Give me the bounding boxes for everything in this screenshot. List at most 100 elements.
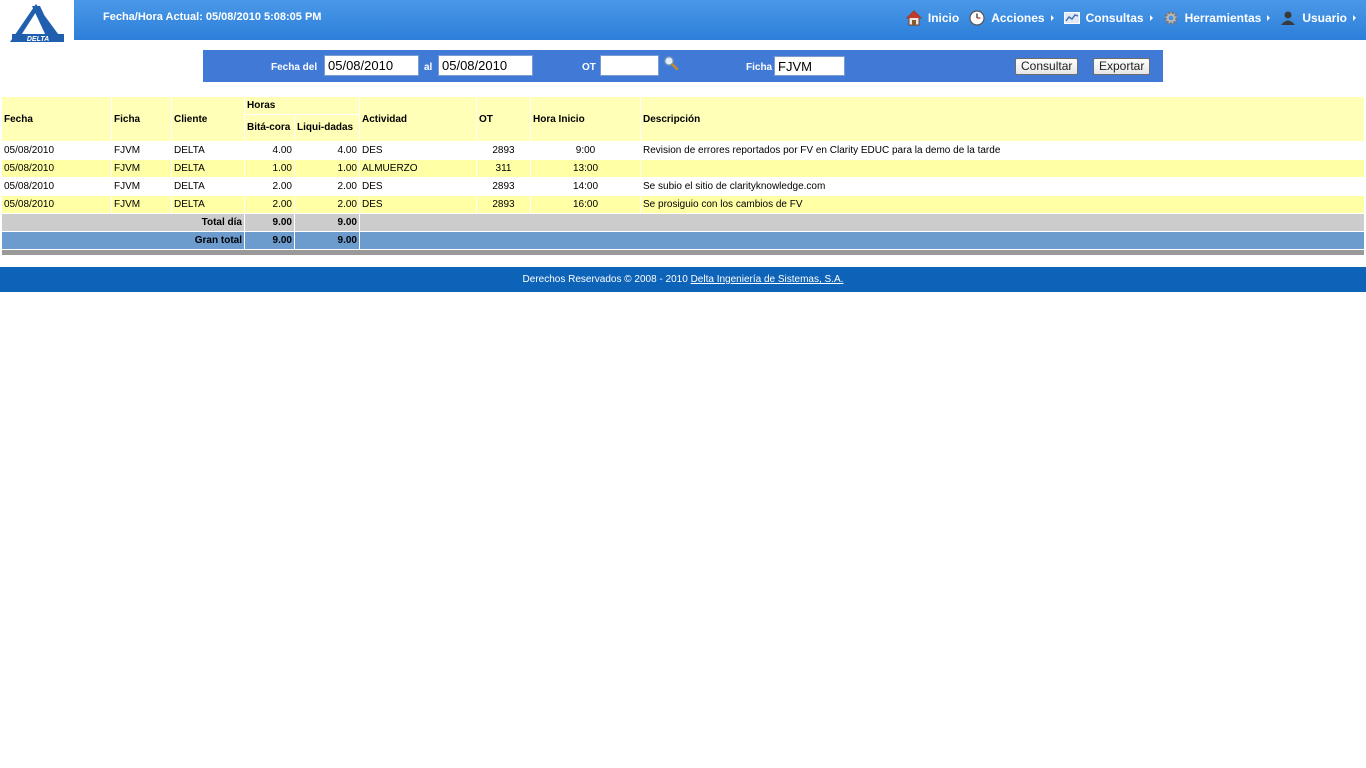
fecha-al-input[interactable] xyxy=(438,55,533,76)
menu-acciones-label: Acciones xyxy=(991,11,1045,25)
col-header-horas: Horas xyxy=(244,96,360,115)
ficha-input[interactable] xyxy=(774,56,845,76)
gran-total-bitacora: 9.00 xyxy=(244,231,295,250)
ot-label: OT xyxy=(582,62,596,73)
cell-ot: 2893 xyxy=(476,141,531,160)
menu-consultas-label: Consultas xyxy=(1085,11,1144,25)
cell-cliente: DELTA xyxy=(171,159,245,178)
cell-liquidadas: 1.00 xyxy=(294,159,360,178)
gran-total-label: Gran total xyxy=(1,231,245,250)
total-dia-bitacora: 9.00 xyxy=(244,213,295,232)
cell-fecha: 05/08/2010 xyxy=(1,195,112,214)
cell-hora-inicio: 14:00 xyxy=(530,177,641,196)
cell-cliente: DELTA xyxy=(171,195,245,214)
menu-acciones[interactable]: Acciones xyxy=(969,10,1054,26)
total-dia-row: Total día 9.00 9.00 xyxy=(1,213,1365,232)
page-footer: Derechos Reservados © 2008 - 2010 Delta … xyxy=(0,267,1366,292)
table-row[interactable]: 05/08/2010 FJVM DELTA 2.00 2.00 DES 2893… xyxy=(1,195,1365,214)
table-bottom-separator xyxy=(1,249,1365,256)
col-header-cliente[interactable]: Cliente xyxy=(171,96,245,142)
gran-total-filler xyxy=(359,231,1365,250)
col-header-actividad[interactable]: Actividad xyxy=(359,96,477,142)
col-header-bitacora[interactable]: Bitá-cora xyxy=(244,114,295,142)
company-link[interactable]: Delta Ingeniería de Sistemas, S.A. xyxy=(691,274,844,285)
gear-icon xyxy=(1163,11,1178,25)
cell-actividad: ALMUERZO xyxy=(359,159,477,178)
menu-usuario[interactable]: Usuario xyxy=(1280,10,1356,26)
cell-ficha: FJVM xyxy=(111,141,172,160)
menu-inicio-label: Inicio xyxy=(927,11,960,25)
cell-ficha: FJVM xyxy=(111,195,172,214)
gran-total-row: Gran total 9.00 9.00 xyxy=(1,231,1365,250)
submenu-arrow-icon xyxy=(1149,15,1153,21)
cell-ot: 2893 xyxy=(476,195,531,214)
cell-cliente: DELTA xyxy=(171,177,245,196)
table-row[interactable]: 05/08/2010 FJVM DELTA 1.00 1.00 ALMUERZO… xyxy=(1,159,1365,178)
cell-descripcion: Revision de errores reportados por FV en… xyxy=(640,141,1365,160)
cell-ficha: FJVM xyxy=(111,159,172,178)
filter-bar: Fecha del al OT Ficha Consultar Exportar xyxy=(203,50,1163,82)
col-header-ot[interactable]: OT xyxy=(476,96,531,142)
cell-bitacora: 2.00 xyxy=(244,177,295,196)
cell-liquidadas: 2.00 xyxy=(294,177,360,196)
exportar-button[interactable]: Exportar xyxy=(1093,58,1151,75)
copyright-text: Derechos Reservados © 2008 - 2010 xyxy=(522,274,688,285)
table-row[interactable]: 05/08/2010 FJVM DELTA 2.00 2.00 DES 2893… xyxy=(1,177,1365,196)
menu-consultas[interactable]: Consultas xyxy=(1063,10,1153,26)
top-header: DELTA Fecha/Hora Actual: 05/08/2010 5:08… xyxy=(0,0,1366,46)
col-header-descripcion[interactable]: Descripción xyxy=(640,96,1365,142)
submenu-arrow-icon xyxy=(1267,15,1271,21)
cell-bitacora: 2.00 xyxy=(244,195,295,214)
consultar-button[interactable]: Consultar xyxy=(1015,58,1079,75)
chart-icon xyxy=(1063,12,1080,24)
submenu-arrow-icon xyxy=(1050,15,1054,21)
menu-herramientas[interactable]: Herramientas xyxy=(1163,10,1271,26)
fecha-del-label: Fecha del xyxy=(271,62,318,73)
cell-actividad: DES xyxy=(359,177,477,196)
bitacora-table: Fecha Ficha Cliente Horas Actividad OT H… xyxy=(1,96,1365,256)
cell-hora-inicio: 13:00 xyxy=(530,159,641,178)
total-dia-liquidadas: 9.00 xyxy=(294,213,360,232)
cell-descripcion xyxy=(640,159,1365,178)
search-icon[interactable] xyxy=(663,55,679,71)
gran-total-liquidadas: 9.00 xyxy=(294,231,360,250)
cell-fecha: 05/08/2010 xyxy=(1,159,112,178)
col-header-liquidadas[interactable]: Liqui-dadas xyxy=(294,114,360,142)
menu-inicio[interactable]: Inicio xyxy=(905,10,960,26)
current-datetime: Fecha/Hora Actual: 05/08/2010 5:08:05 PM xyxy=(103,11,322,23)
separator-cell xyxy=(1,249,1365,256)
main-menu: Inicio Acciones Consultas Herramientas U… xyxy=(896,8,1356,28)
menu-herramientas-label: Herramientas xyxy=(1184,11,1262,25)
clock-icon xyxy=(969,10,985,26)
svg-text:DELTA: DELTA xyxy=(27,36,49,43)
cell-actividad: DES xyxy=(359,141,477,160)
cell-descripcion: Se prosiguio con los cambios de FV xyxy=(640,195,1365,214)
home-icon xyxy=(905,10,922,26)
cell-descripcion: Se subio el sitio de clarityknowledge.co… xyxy=(640,177,1365,196)
cell-fecha: 05/08/2010 xyxy=(1,141,112,160)
cell-ficha: FJVM xyxy=(111,177,172,196)
total-dia-label: Total día xyxy=(1,213,245,232)
submenu-arrow-icon xyxy=(1353,15,1356,21)
delta-logo-icon: DELTA xyxy=(10,4,64,43)
menu-usuario-label: Usuario xyxy=(1302,11,1347,25)
ficha-label: Ficha xyxy=(746,62,773,73)
ot-input[interactable] xyxy=(600,55,659,76)
cell-liquidadas: 2.00 xyxy=(294,195,360,214)
cell-hora-inicio: 9:00 xyxy=(530,141,641,160)
cell-actividad: DES xyxy=(359,195,477,214)
cell-ot: 2893 xyxy=(476,177,531,196)
col-header-hora-inicio[interactable]: Hora Inicio xyxy=(530,96,641,142)
al-label: al xyxy=(424,62,433,73)
cell-ot: 311 xyxy=(476,159,531,178)
col-header-fecha[interactable]: Fecha xyxy=(1,96,112,142)
cell-fecha: 05/08/2010 xyxy=(1,177,112,196)
cell-hora-inicio: 16:00 xyxy=(530,195,641,214)
cell-bitacora: 1.00 xyxy=(244,159,295,178)
cell-liquidadas: 4.00 xyxy=(294,141,360,160)
col-header-ficha[interactable]: Ficha xyxy=(111,96,172,142)
fecha-del-input[interactable] xyxy=(324,55,419,76)
table-row[interactable]: 05/08/2010 FJVM DELTA 4.00 4.00 DES 2893… xyxy=(1,141,1365,160)
delta-logo[interactable]: DELTA xyxy=(0,0,74,46)
cell-bitacora: 4.00 xyxy=(244,141,295,160)
